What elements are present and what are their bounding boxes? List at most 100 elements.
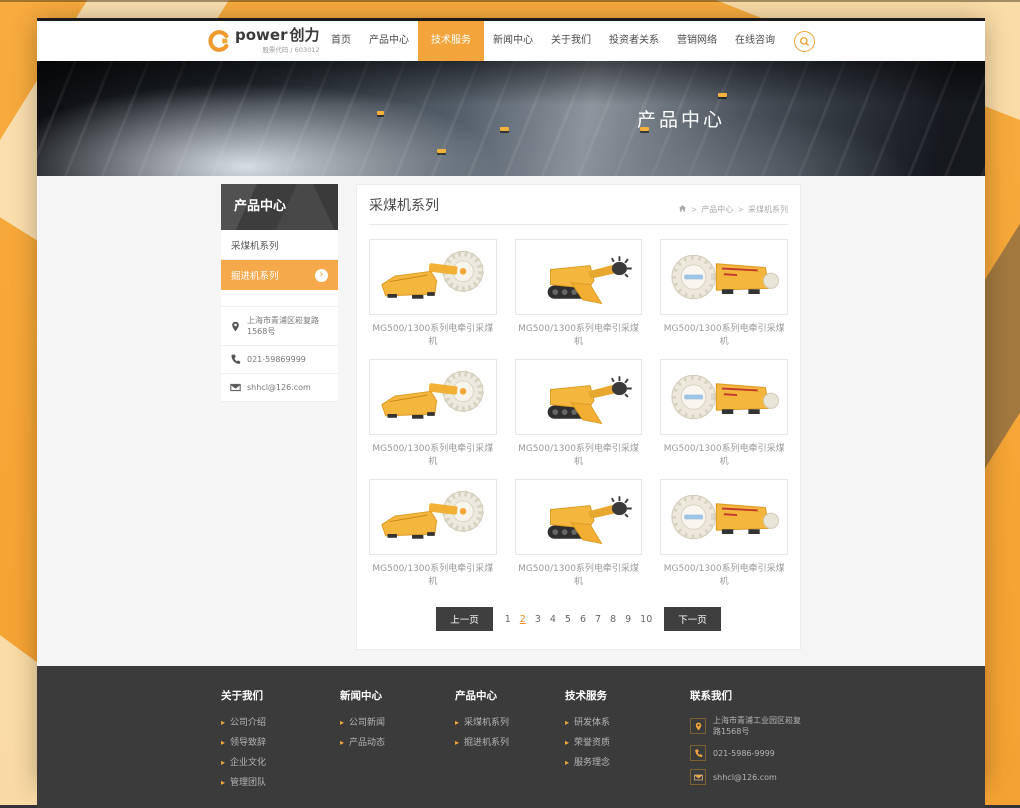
nav-item-news[interactable]: 新闻中心 <box>484 21 542 61</box>
product-image-gearwheel <box>660 239 788 315</box>
footer-link[interactable]: 公司新闻 <box>340 715 455 728</box>
page-number[interactable]: 7 <box>595 614 601 625</box>
footer-link[interactable]: 荣誉资质 <box>565 735 690 748</box>
page-number[interactable]: 8 <box>610 614 616 625</box>
email-icon <box>230 382 241 393</box>
product-caption: MG500/1300系列电牵引采煤机 <box>660 441 788 467</box>
page-number[interactable]: 6 <box>580 614 586 625</box>
footer-link[interactable]: 产品动态 <box>340 735 455 748</box>
phone-icon <box>230 354 241 365</box>
footer-link[interactable]: 服务理念 <box>565 755 690 768</box>
page-number[interactable]: 10 <box>640 614 652 625</box>
stock-code: 股票代码 / 603012 <box>235 44 320 54</box>
product-image-roadheader <box>515 239 643 315</box>
product-caption: MG500/1300系列电牵引采煤机 <box>515 441 643 467</box>
mining-truck-icon <box>718 93 727 97</box>
product-caption: MG500/1300系列电牵引采煤机 <box>515 561 643 587</box>
page-number[interactable]: 3 <box>535 614 541 625</box>
sidebar-title: 产品中心 <box>221 184 338 230</box>
decor-top-edge <box>0 0 1020 2</box>
search-button[interactable] <box>794 31 815 52</box>
footer-link[interactable]: 公司介绍 <box>221 715 340 728</box>
product-card[interactable]: MG500/1300系列电牵引采煤机 <box>660 359 788 467</box>
product-card[interactable]: MG500/1300系列电牵引采煤机 <box>660 239 788 347</box>
site-header: power创力 股票代码 / 603012 首页 产品中心 技术服务 新闻中心 … <box>37 21 985 61</box>
product-card[interactable]: MG500/1300系列电牵引采煤机 <box>369 239 497 347</box>
mockup-stage: power创力 股票代码 / 603012 首页 产品中心 技术服务 新闻中心 … <box>0 0 1020 808</box>
product-caption: MG500/1300系列电牵引采煤机 <box>660 321 788 347</box>
nav-item-about[interactable]: 关于我们 <box>542 21 600 61</box>
footer-address: 上海市青浦工业园区崧复路1568号 <box>690 715 801 737</box>
page-number[interactable]: 5 <box>565 614 571 625</box>
page-title: 采煤机系列 <box>369 195 439 215</box>
breadcrumb-home[interactable] <box>678 204 687 215</box>
product-image-shearer <box>369 239 497 315</box>
footer-col-contact: 联系我们 上海市青浦工业园区崧复路1568号 021-5986-9999 shh… <box>690 688 801 795</box>
page-number[interactable]: 9 <box>625 614 631 625</box>
hero-banner: 产品中心 <box>37 61 985 176</box>
sidebar: 产品中心 采煤机系列 掘进机系列 › 上海市青浦区崧复路1568号 <box>221 184 338 402</box>
footer-email: shhcl@126.com <box>690 769 801 785</box>
footer-link[interactable]: 管理团队 <box>221 775 340 788</box>
nav-item-investor[interactable]: 投资者关系 <box>600 21 668 61</box>
nav-item-home[interactable]: 首页 <box>322 21 360 61</box>
location-pin-icon <box>694 722 703 731</box>
phone-icon <box>694 749 703 758</box>
page-number[interactable]: 1 <box>505 614 511 625</box>
product-image-gearwheel <box>660 479 788 555</box>
product-image-roadheader <box>515 479 643 555</box>
footer-link[interactable]: 企业文化 <box>221 755 340 768</box>
mining-truck-icon <box>500 127 509 131</box>
product-card[interactable]: MG500/1300系列电牵引采煤机 <box>369 479 497 587</box>
chevron-right-icon: › <box>315 269 328 282</box>
sidebar-contacts: 上海市青浦区崧复路1568号 021-59869999 shhcl@126.co… <box>221 306 338 402</box>
brand-name: power创力 <box>235 28 320 42</box>
footer-link[interactable]: 领导致辞 <box>221 735 340 748</box>
breadcrumb-current[interactable]: 采煤机系列 <box>748 204 788 215</box>
sidebar-address: 上海市青浦区崧复路1568号 <box>221 307 338 346</box>
next-page-button[interactable]: 下一页 <box>664 607 721 631</box>
product-grid: MG500/1300系列电牵引采煤机 MG500/1300系列电牵引采煤机 MG… <box>369 239 788 587</box>
sidebar-item-shearer-series[interactable]: 采煤机系列 <box>221 230 338 260</box>
prev-page-button[interactable]: 上一页 <box>436 607 493 631</box>
product-caption: MG500/1300系列电牵引采煤机 <box>660 561 788 587</box>
mining-truck-icon <box>377 111 384 115</box>
main-panel: 采煤机系列 > 产品中心 > 采煤机系列 MG500/1300系列电牵引采煤 <box>356 184 801 650</box>
footer-phone: 021-5986-9999 <box>690 745 801 761</box>
product-caption: MG500/1300系列电牵引采煤机 <box>369 561 497 587</box>
footer-link[interactable]: 采煤机系列 <box>455 715 565 728</box>
content-area: 产品中心 采煤机系列 掘进机系列 › 上海市青浦区崧复路1568号 <box>37 176 985 650</box>
breadcrumb-products[interactable]: 产品中心 <box>701 204 733 215</box>
nav-item-consult[interactable]: 在线咨询 <box>726 21 784 61</box>
site-footer: 关于我们 公司介绍 领导致辞 企业文化 管理团队 新闻中心 公司新闻 产品动态 … <box>37 666 985 808</box>
sidebar-phone: 021-59869999 <box>221 346 338 374</box>
sidebar-email: shhcl@126.com <box>221 374 338 402</box>
logo-mark-icon <box>207 29 231 53</box>
product-card[interactable]: MG500/1300系列电牵引采煤机 <box>515 479 643 587</box>
logo[interactable]: power创力 股票代码 / 603012 <box>207 28 320 54</box>
footer-col-tech: 技术服务 研发体系 荣誉资质 服务理念 <box>565 688 690 795</box>
nav-item-marketing[interactable]: 营销网络 <box>668 21 726 61</box>
footer-link[interactable]: 掘进机系列 <box>455 735 565 748</box>
email-icon <box>694 773 703 782</box>
footer-link[interactable]: 研发体系 <box>565 715 690 728</box>
product-image-roadheader <box>515 359 643 435</box>
main-nav: 首页 产品中心 技术服务 新闻中心 关于我们 投资者关系 营销网络 在线咨询 <box>322 21 815 61</box>
product-card[interactable]: MG500/1300系列电牵引采煤机 <box>369 359 497 467</box>
nav-item-products[interactable]: 产品中心 <box>360 21 418 61</box>
pagination: 上一页 1 2 3 4 5 6 7 8 9 10 <box>369 607 788 631</box>
page-number-active[interactable]: 2 <box>520 614 526 625</box>
nav-item-tech-service[interactable]: 技术服务 <box>418 21 484 61</box>
footer-col-products: 产品中心 采煤机系列 掘进机系列 <box>455 688 565 795</box>
product-card[interactable]: MG500/1300系列电牵引采煤机 <box>515 359 643 467</box>
page-number[interactable]: 4 <box>550 614 556 625</box>
sidebar-item-roadheader-series[interactable]: 掘进机系列 › <box>221 260 338 290</box>
hero-title: 产品中心 <box>637 105 725 132</box>
search-icon <box>799 36 810 47</box>
product-image-shearer <box>369 479 497 555</box>
breadcrumb: > 产品中心 > 采煤机系列 <box>678 204 788 215</box>
footer-col-news: 新闻中心 公司新闻 产品动态 <box>340 688 455 795</box>
home-icon <box>678 204 687 213</box>
product-card[interactable]: MG500/1300系列电牵引采煤机 <box>660 479 788 587</box>
product-card[interactable]: MG500/1300系列电牵引采煤机 <box>515 239 643 347</box>
